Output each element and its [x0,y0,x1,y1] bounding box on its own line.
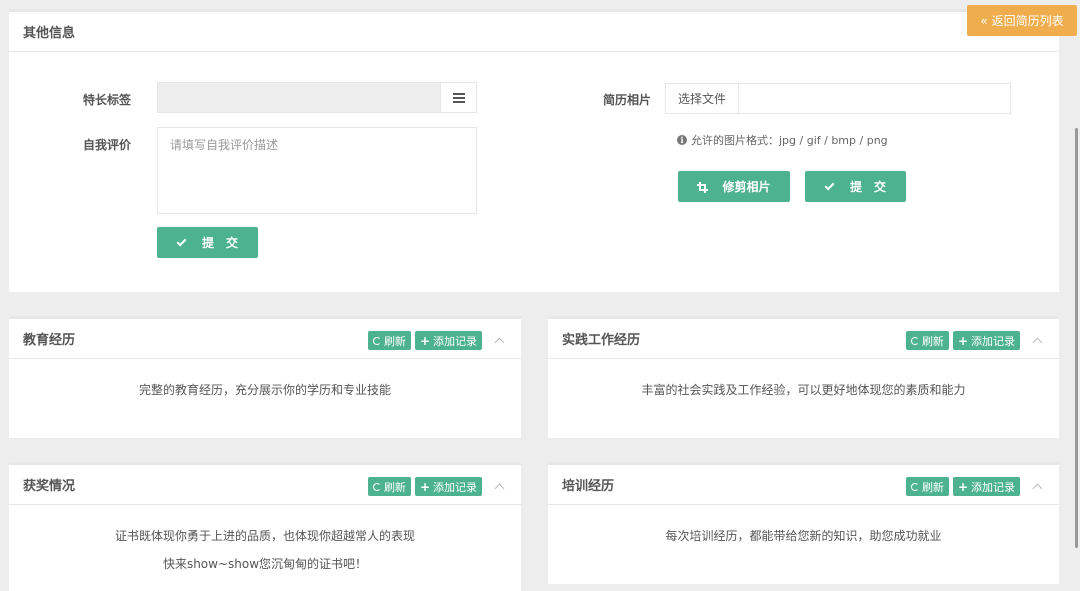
refresh-button[interactable]: 刷新 [367,477,411,496]
page-scrollbar[interactable] [1075,128,1078,548]
self-eval-textarea[interactable]: 请填写自我评价描述 [157,127,477,214]
refresh-icon [372,482,381,491]
specialty-tags-input[interactable] [157,82,441,113]
other-info-panel: 其他信息 特长标签 自我评价 请填写自我评价描述 提 交 简历相片 选择文件 i… [9,9,1059,292]
panel-description-line-1: 证书既体现你勇于上进的品质，也体现你超越常人的表现 [114,529,415,543]
refresh-icon [910,482,919,491]
refresh-icon [910,336,919,345]
add-label: 添加记录 [433,334,477,348]
refresh-label: 刷新 [383,480,406,494]
refresh-button[interactable]: 刷新 [905,331,949,350]
refresh-button[interactable]: 刷新 [367,331,411,350]
collapse-chevron-icon[interactable] [1032,337,1043,348]
collapse-chevron-icon[interactable] [494,337,505,348]
refresh-icon [372,336,381,345]
add-record-button[interactable]: + 添加记录 [952,331,1020,350]
refresh-label: 刷新 [921,480,944,494]
panel-description: 完整的教育经历，充分展示你的学历和专业技能 [138,383,391,397]
plus-icon: + [957,333,968,348]
panel-tools: 刷新 + 添加记录 [367,331,505,350]
education-header: 教育经历 刷新 + 添加记录 [9,319,521,359]
submit-photo-button[interactable]: 提 交 [805,171,906,202]
tag-label: 特长标签 [83,93,132,107]
submit-label: 提 交 [849,180,886,194]
panel-tools: 刷新 + 添加记录 [905,477,1043,496]
submit-self-eval-button[interactable]: 提 交 [157,227,258,258]
panel-body: 每次培训经历，都能带给您新的知识，助您成功就业 [548,505,1059,550]
add-label: 添加记录 [433,480,477,494]
refresh-label: 刷新 [383,334,406,348]
check-icon [824,180,835,190]
add-label: 添加记录 [971,334,1015,348]
panel-description-line-2: 快来show~show您沉甸甸的证书吧！ [162,557,368,571]
collapse-chevron-icon[interactable] [494,483,505,494]
panel-title: 获奖情况 [23,479,76,494]
practice-header: 实践工作经历 刷新 + 添加记录 [548,319,1059,359]
panel-title: 培训经历 [562,479,615,494]
panel-tools: 刷新 + 添加记录 [367,477,505,496]
practice-panel: 实践工作经历 刷新 + 添加记录 丰富的社会实践及工作经验，可以更好地体现您的素质… [548,316,1059,438]
self-eval-label: 自我评价 [83,138,132,152]
panel-body: 丰富的社会实践及工作经验，可以更好地体现您的素质和能力 [548,359,1059,404]
add-record-button[interactable]: + 添加记录 [414,477,482,496]
add-record-button[interactable]: + 添加记录 [952,477,1020,496]
refresh-label: 刷新 [921,334,944,348]
crop-photo-button[interactable]: 修剪相片 [678,171,790,202]
plus-icon: + [419,333,430,348]
submit-label: 提 交 [201,236,238,250]
panel-title: 实践工作经历 [562,333,641,348]
add-record-button[interactable]: + 添加记录 [414,331,482,350]
training-header: 培训经历 刷新 + 添加记录 [548,465,1059,505]
panel-description: 丰富的社会实践及工作经验，可以更好地体现您的素质和能力 [641,383,966,397]
crop-icon [697,182,709,193]
panel-description: 每次培训经历，都能带给您新的知识，助您成功就业 [665,529,942,543]
photo-label: 简历相片 [603,93,652,107]
refresh-button[interactable]: 刷新 [905,477,949,496]
education-panel: 教育经历 刷新 + 添加记录 完整的教育经历，充分展示你的学历和专业技能 [9,316,521,438]
awards-header: 获奖情况 刷新 + 添加记录 [9,465,521,505]
awards-panel: 获奖情况 刷新 + 添加记录 证书既体现你勇于上进的品质，也体现你超越常人的表现 … [9,462,521,591]
list-icon [452,92,465,103]
panel-title: 其他信息 [23,26,76,41]
photo-hint-text: 允许的图片格式：jpg / gif / bmp / png [691,134,888,147]
panel-body: 证书既体现你勇于上进的品质，也体现你超越常人的表现 快来show~show您沉甸… [9,505,521,578]
add-label: 添加记录 [971,480,1015,494]
file-name-field[interactable] [738,83,1011,114]
plus-icon: + [957,479,968,494]
training-panel: 培训经历 刷新 + 添加记录 每次培训经历，都能带给您新的知识，助您成功就业 [548,462,1059,584]
panel-body: 完整的教育经历，充分展示你的学历和专业技能 [9,359,521,404]
collapse-chevron-icon[interactable] [1032,483,1043,494]
info-icon: i [677,135,687,145]
back-to-resume-list-button[interactable]: « 返回简历列表 [967,5,1077,36]
check-icon [176,236,187,246]
other-info-header: 其他信息 [9,12,1059,52]
crop-label: 修剪相片 [722,180,771,194]
panel-title: 教育经历 [23,333,76,348]
tag-list-button[interactable] [440,82,477,113]
plus-icon: + [419,479,430,494]
photo-format-hint: i 允许的图片格式：jpg / gif / bmp / png [677,132,888,148]
panel-tools: 刷新 + 添加记录 [905,331,1043,350]
choose-file-button[interactable]: 选择文件 [665,83,739,114]
